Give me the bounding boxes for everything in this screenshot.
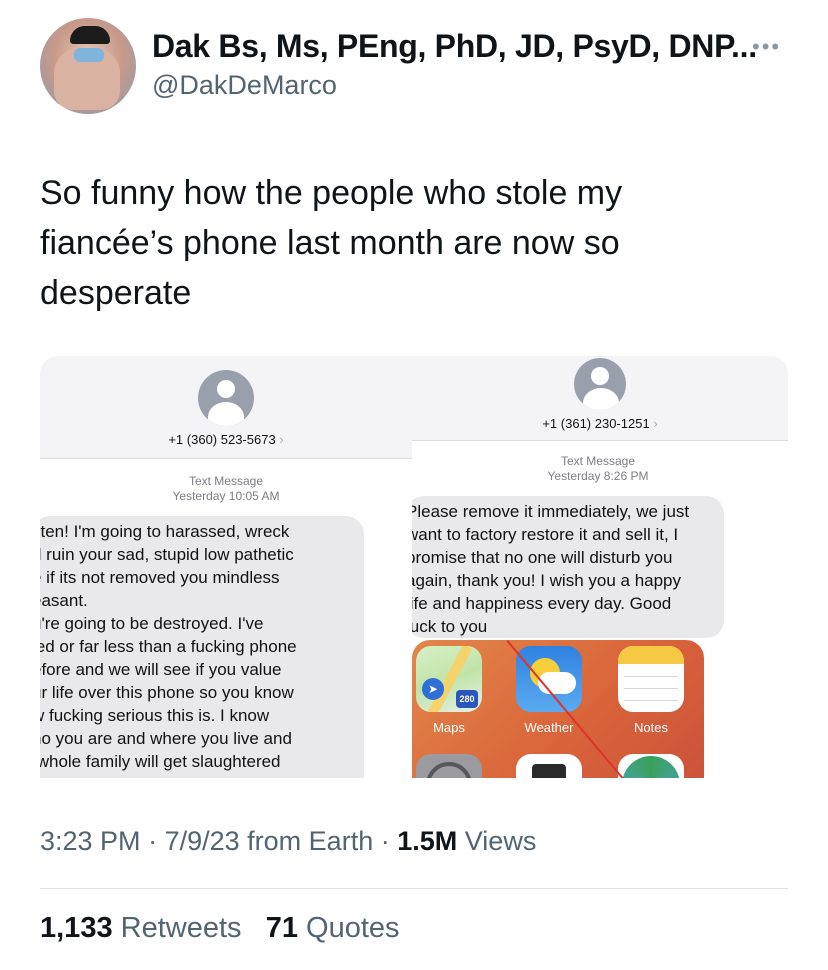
chevron-right-icon: › [279,432,284,447]
contact-avatar-icon [574,358,626,410]
tweet-date[interactable]: 7/9/23 [165,826,240,856]
retweets-stat[interactable]: 1,133 Retweets [40,912,242,944]
tweet-time[interactable]: 3:23 PM [40,826,141,856]
wallet-app-icon [516,754,582,778]
author-handle[interactable]: @DakDeMarco [152,70,337,101]
location-arrow-icon: ➤ [422,678,444,700]
views-label: Views [464,826,537,856]
message-meta: Text Message Yesterday 10:05 AM [40,474,412,504]
message-header: +1 (360) 523-5673 › [40,356,412,459]
avatar-mask [74,48,104,62]
meta-separator: · [148,826,165,856]
quotes-label: Quotes [306,912,400,944]
settings-app-icon [416,754,482,778]
views-count: 1.5M [397,826,458,856]
author-display-name[interactable]: Dak Bs, Ms, PEng, PhD, JD, PsyD, DNP... [152,28,757,65]
meta-separator: · [380,826,398,856]
contact-number-text: +1 (361) 230-1251 [542,416,650,431]
tweet-stats: 1,133 Retweets 71 Quotes [40,912,400,945]
find-my-app-icon [618,754,684,778]
author-avatar[interactable] [40,18,136,114]
tweet-image-right[interactable]: +1 (361) 230-1251 › Text Message Yesterd… [412,356,788,778]
message-bubble: sten! I'm going to harassed, wreck d rui… [40,516,364,778]
tweet-source: from Earth [247,826,374,856]
home-screen-snippet: ➤ 280 Maps Weather Notes [412,640,704,778]
tweet-image-left[interactable]: +1 (360) 523-5673 › Text Message Yesterd… [40,356,412,778]
message-time: Yesterday 8:26 PM [547,469,649,483]
message-time: Yesterday 10:05 AM [172,489,280,503]
contact-number: +1 (360) 523-5673 › [40,432,412,447]
quotes-stat[interactable]: 71 Quotes [266,912,400,944]
message-label: Text Message [188,474,264,488]
weather-app-icon [516,646,582,712]
contact-number-text: +1 (360) 523-5673 [168,432,276,447]
message-label: Text Message [560,454,636,468]
contact-avatar-icon [198,370,254,426]
maps-app-icon: ➤ 280 [416,646,482,712]
ellipsis-icon[interactable]: ••• [752,34,781,60]
divider [40,888,788,889]
highway-shield-icon: 280 [456,690,478,708]
tweet-text: So funny how the people who stole my fia… [40,174,623,312]
message-header: +1 (361) 230-1251 › [412,356,788,441]
avatar-cap [70,26,110,44]
tweet-meta: 3:23 PM · 7/9/23 from Earth · 1.5M Views [40,826,536,857]
contact-number: +1 (361) 230-1251 › [412,416,788,431]
message-meta: Text Message Yesterday 8:26 PM [412,454,786,484]
maps-label: Maps [433,720,465,735]
retweets-label: Retweets [120,912,242,944]
retweets-count: 1,133 [40,912,113,944]
notes-label: Notes [634,720,668,735]
chevron-right-icon: › [653,416,658,431]
message-bubble: Please remove it immediately, we just wa… [412,496,724,638]
notes-app-icon [618,646,684,712]
quotes-count: 71 [265,912,298,944]
